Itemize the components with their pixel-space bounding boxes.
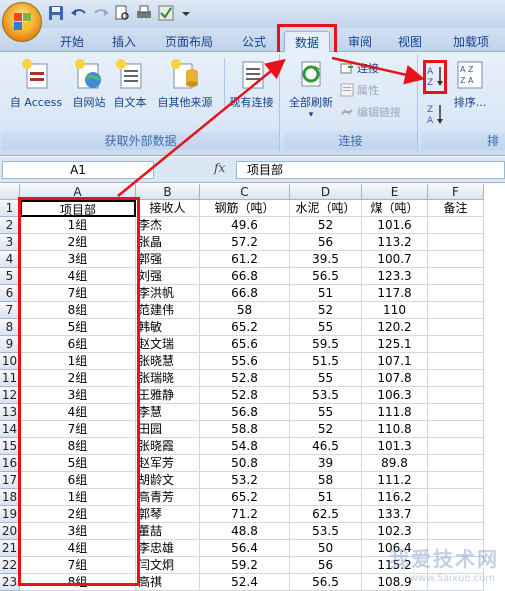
annotation-arrows (117, 56, 425, 197)
watermark-text: 我爱技术网 (389, 547, 499, 571)
watermark-url: www.5aixue.com (409, 573, 495, 584)
arrow-to-data-tab (117, 58, 286, 197)
office-button[interactable] (2, 2, 42, 42)
office-logo-icon (14, 13, 32, 31)
arrow-to-sort-button (331, 56, 425, 85)
